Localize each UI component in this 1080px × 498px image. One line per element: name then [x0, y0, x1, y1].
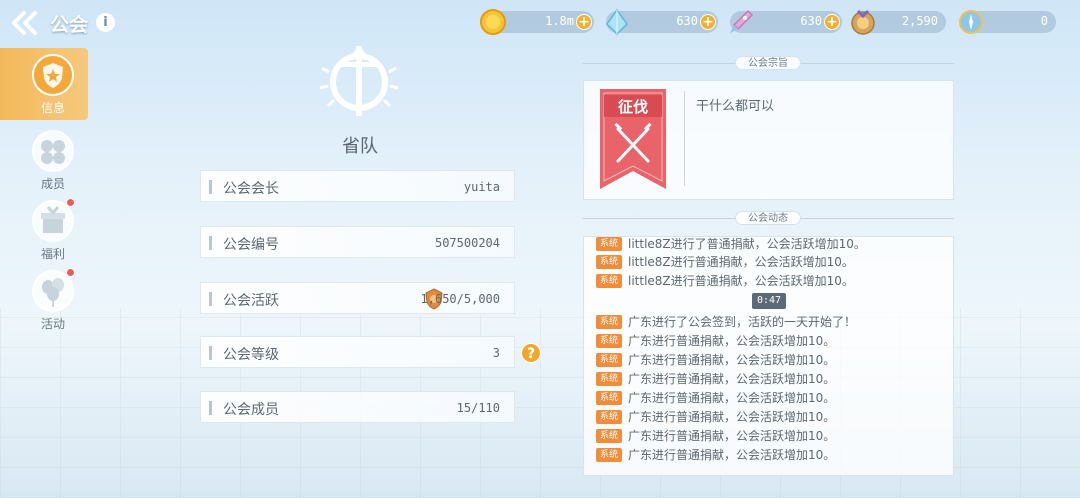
add-gold-button[interactable]: + — [576, 14, 592, 30]
info-row-id: 公会编号 507500204 — [200, 226, 515, 258]
medal-value: 2,590 — [901, 14, 938, 28]
members-icon — [32, 130, 74, 172]
banner-icon: 征伐 — [600, 89, 666, 189]
row-value: 15/110 — [456, 401, 500, 415]
system-badge: 系统 — [596, 428, 622, 443]
level-help-icon[interactable]: ? — [521, 343, 541, 363]
sidebar: 信息 成员 福利 活动 — [0, 46, 90, 346]
row-marker — [209, 236, 212, 250]
purpose-section-tag: 公会宗旨 — [735, 56, 801, 70]
notification-dot — [66, 198, 75, 207]
banner-label: 征伐 — [617, 98, 648, 116]
log-entry: 系统 广东进行了公会签到，活跃的一天开始了！ — [596, 313, 856, 329]
sidebar-item-label: 活动 — [40, 317, 65, 331]
log-entry: 系统 广东进行普通捐献，公会活跃增加10。 — [596, 370, 835, 386]
system-badge: 系统 — [596, 371, 622, 386]
row-marker — [209, 180, 212, 194]
log-entry: 系统 广东进行普通捐献，公会活跃增加10。 — [596, 332, 835, 348]
sidebar-item-events[interactable]: 活动 — [0, 264, 88, 336]
top-bar: 公会 i 1.8m + 630 + 630 + 2,590 0 — [0, 0, 1080, 46]
back-arrow-icon — [12, 11, 37, 35]
resource-crystal: 630 + — [606, 8, 718, 36]
info-row-leader: 公会会长 yuita — [200, 170, 515, 202]
info-row-members: 公会成员 15/110 — [200, 391, 515, 423]
add-rocket-button[interactable]: + — [824, 14, 840, 30]
system-badge: 系统 — [596, 333, 622, 348]
info-icon[interactable]: i — [96, 13, 115, 32]
resource-medal: 2,590 — [851, 9, 946, 35]
system-badge: 系统 — [596, 390, 622, 405]
back-button[interactable] — [10, 10, 40, 36]
row-label: 公会等级 — [223, 347, 279, 363]
system-badge: 系统 — [596, 352, 622, 367]
row-marker — [209, 346, 212, 360]
purpose-panel: 征伐 干什么都可以 — [583, 80, 954, 200]
log-entry: 系统 little8Z进行普通捐献，公会活跃增加10。 — [596, 272, 854, 288]
sidebar-item-info[interactable]: 信息 — [0, 48, 88, 120]
log-entry: 系统 广东进行普通捐献，公会活跃增加10。 — [596, 427, 835, 443]
sidebar-item-label: 成员 — [40, 177, 65, 191]
compass-value: 0 — [1040, 14, 1048, 28]
log-entry: 系统 little8Z进行了普通捐献，公会活跃增加10。 — [596, 237, 866, 251]
page-title: 公会 — [50, 14, 89, 36]
resource-gold: 1.8m + — [480, 9, 594, 35]
activity-log-panel[interactable]: 系统 little8Z进行了普通捐献，公会活跃增加10。 系统 little8Z进行… — [583, 236, 954, 476]
system-badge: 系统 — [596, 273, 622, 288]
crystal-icon — [606, 8, 628, 36]
log-section-tag: 公会动态 — [735, 211, 801, 225]
sidebar-item-welfare[interactable]: 福利 — [0, 194, 88, 266]
row-label: 公会活跃 — [223, 293, 279, 309]
add-crystal-button[interactable]: + — [700, 14, 716, 30]
log-entry: 系统 广东进行普通捐献，公会活跃增加10。 — [596, 408, 835, 424]
shield-icon — [32, 54, 74, 96]
info-row-level: 公会等级 3 — [200, 336, 515, 368]
gold-coin-icon — [480, 9, 506, 35]
log-entry: 系统 广东进行普通捐献，公会活跃增加10。 — [596, 389, 835, 405]
guild-emblem-icon — [314, 42, 404, 118]
notification-dot — [66, 268, 75, 277]
row-label: 公会编号 — [223, 237, 279, 253]
sidebar-item-members[interactable]: 成员 — [0, 124, 88, 196]
row-marker — [209, 401, 212, 415]
row-value: 507500204 — [434, 236, 500, 250]
purpose-text: 干什么都可以 — [696, 99, 775, 114]
guild-name: 省队 — [342, 136, 378, 157]
row-value: 1,650/5,000 — [420, 292, 500, 306]
resource-compass: 0 — [959, 10, 1056, 34]
medal-icon — [851, 9, 875, 35]
row-value: 3 — [492, 346, 500, 360]
row-value: yuita — [463, 180, 500, 194]
crystal-value: 630 — [676, 14, 698, 28]
gold-value: 1.8m — [545, 14, 574, 28]
rocket-icon — [730, 9, 754, 33]
info-row-activity: 公会活跃 1,650/5,000 — [200, 282, 515, 314]
row-label: 公会会长 — [223, 181, 279, 197]
system-badge: 系统 — [596, 254, 622, 269]
log-timestamp: 0:47 — [752, 293, 787, 309]
rocket-value: 630 — [800, 14, 822, 28]
log-entry: 系统 广东进行普通捐献，公会活跃增加10。 — [596, 446, 835, 462]
row-label: 公会成员 — [223, 402, 279, 418]
system-badge: 系统 — [596, 237, 622, 251]
system-badge: 系统 — [596, 409, 622, 424]
resource-rocket: 630 + — [730, 9, 842, 33]
system-badge: 系统 — [596, 314, 622, 329]
log-entry: 系统 little8Z进行普通捐献，公会活跃增加10。 — [596, 253, 854, 269]
row-marker — [209, 292, 212, 306]
system-badge: 系统 — [596, 447, 622, 462]
sidebar-item-label: 福利 — [40, 247, 65, 261]
purpose-divider — [684, 91, 685, 186]
compass-icon — [959, 10, 983, 34]
log-entry: 系统 广东进行普通捐献，公会活跃增加10。 — [596, 351, 835, 367]
sidebar-item-label: 信息 — [40, 101, 65, 115]
